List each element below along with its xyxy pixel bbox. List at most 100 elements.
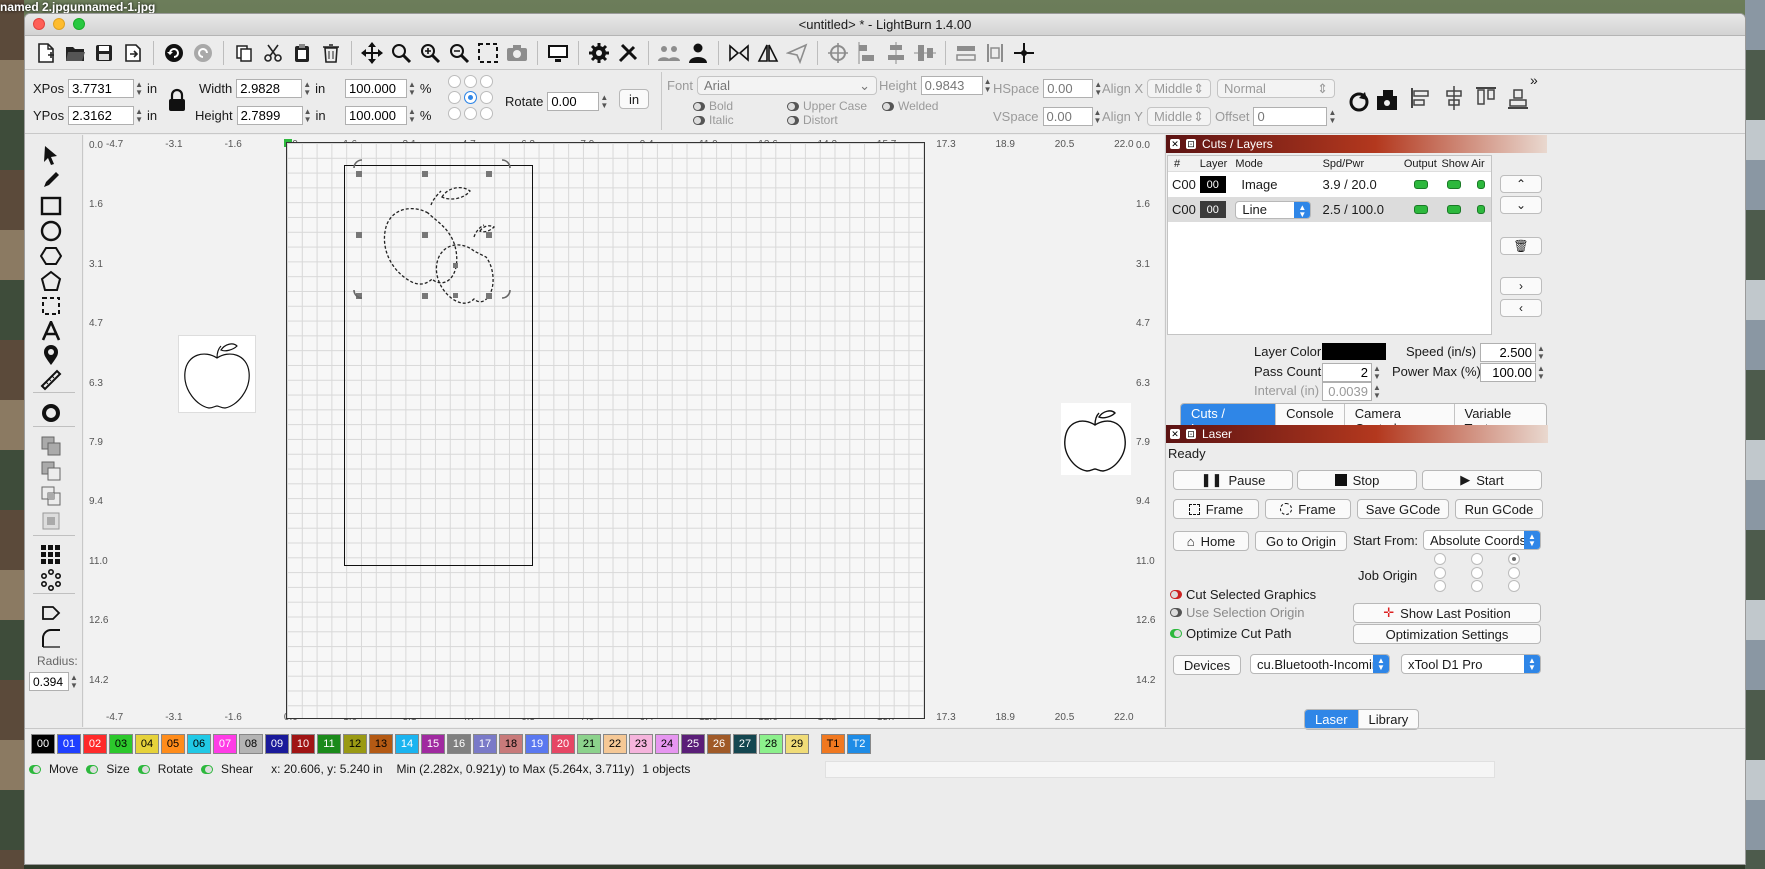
zoom-window-button[interactable] bbox=[73, 18, 85, 30]
ypos-input[interactable] bbox=[68, 106, 135, 125]
palette-swatch-08[interactable]: 08 bbox=[239, 733, 263, 754]
offset-shapes-icon[interactable] bbox=[38, 401, 64, 425]
next-button[interactable]: › bbox=[1500, 277, 1542, 295]
home-button[interactable]: ⌂ Home bbox=[1173, 531, 1249, 551]
rotate-input[interactable] bbox=[547, 92, 600, 111]
undo-icon[interactable] bbox=[161, 40, 187, 66]
align-bottom-edges-icon[interactable] bbox=[1506, 86, 1530, 113]
run-gcode-button[interactable]: Run GCode bbox=[1455, 499, 1543, 519]
rotate-toggle[interactable] bbox=[137, 764, 150, 774]
open-file-icon[interactable] bbox=[62, 40, 88, 66]
float-dock-icon[interactable]: ⊡ bbox=[1186, 429, 1196, 439]
devices-button[interactable]: Devices bbox=[1173, 655, 1241, 675]
palette-swatch-27[interactable]: 27 bbox=[733, 733, 757, 754]
zoom-tool-icon[interactable] bbox=[388, 40, 414, 66]
measure-ruler-icon[interactable] bbox=[38, 368, 64, 392]
design-canvas[interactable]: -4.7 -3.1 -1.6 0.0 1.6 3.1 4.7 6.3 7.9 9.4 11.0 12.… bbox=[84, 135, 1164, 727]
palette-swatch-19[interactable]: 19 bbox=[525, 733, 549, 754]
rotate-stepper[interactable]: ▲ ▼ bbox=[600, 93, 608, 110]
mode-select[interactable]: Line ▲ ▼ bbox=[1235, 200, 1312, 219]
go-to-origin-button[interactable]: Go to Origin bbox=[1255, 531, 1347, 551]
overflow-chevron-icon[interactable]: » bbox=[1530, 72, 1538, 88]
prev-button[interactable]: ‹ bbox=[1500, 299, 1542, 317]
palette-swatch-26[interactable]: 26 bbox=[707, 733, 731, 754]
monitor-icon[interactable] bbox=[545, 40, 571, 66]
pause-button[interactable]: ❚❚ Pause bbox=[1173, 470, 1293, 490]
palette-swatch-T2[interactable]: T2 bbox=[847, 733, 871, 754]
italic-toggle[interactable] bbox=[693, 115, 705, 125]
table-row[interactable]: C00 00 Image 3.9 / 20.0 bbox=[1168, 172, 1491, 197]
offset-stepper[interactable]: ▲ ▼ bbox=[1328, 108, 1336, 125]
pass-count-input[interactable] bbox=[1322, 363, 1372, 382]
text-tool-icon[interactable] bbox=[38, 319, 64, 343]
delete-icon[interactable] bbox=[318, 40, 344, 66]
palette-swatch-14[interactable]: 14 bbox=[395, 733, 419, 754]
move-icon[interactable] bbox=[359, 40, 385, 66]
table-row[interactable]: C00 00 Line ▲ ▼ 2.5 / 100.0 bbox=[1168, 197, 1491, 222]
palette-swatch-06[interactable]: 06 bbox=[187, 733, 211, 754]
output-toggle[interactable] bbox=[1413, 205, 1428, 214]
palette-swatch-07[interactable]: 07 bbox=[213, 733, 237, 754]
palette-swatch-04[interactable]: 04 bbox=[135, 733, 159, 754]
width-input[interactable] bbox=[236, 79, 303, 98]
palette-swatch-01[interactable]: 01 bbox=[57, 733, 81, 754]
zoom-in-icon[interactable] bbox=[417, 40, 443, 66]
air-toggle[interactable] bbox=[1477, 180, 1486, 189]
show-last-position-button[interactable]: ✛ Show Last Position bbox=[1353, 603, 1541, 623]
frame-rect-button[interactable]: Frame bbox=[1173, 499, 1259, 519]
optimize-cut-path-toggle[interactable] bbox=[1170, 629, 1182, 638]
pentagon-icon[interactable] bbox=[38, 269, 64, 293]
pass-count-stepper[interactable]: ▲ ▼ bbox=[1373, 364, 1381, 381]
palette-swatch-21[interactable]: 21 bbox=[577, 733, 601, 754]
lock-aspect-icon[interactable] bbox=[168, 88, 186, 115]
optimization-settings-button[interactable]: Optimization Settings bbox=[1353, 624, 1541, 644]
corner-radius-icon[interactable] bbox=[38, 626, 64, 650]
rotate-handles-icon[interactable] bbox=[348, 156, 516, 306]
palette-swatch-22[interactable]: 22 bbox=[603, 733, 627, 754]
palette-swatch-29[interactable]: 29 bbox=[785, 733, 809, 754]
rectangle-icon[interactable] bbox=[38, 194, 64, 218]
select-pointer-icon[interactable] bbox=[38, 143, 64, 167]
align-left-icon[interactable] bbox=[854, 40, 880, 66]
xpos-stepper[interactable]: ▲ ▼ bbox=[135, 80, 143, 97]
weld-icon[interactable] bbox=[38, 509, 64, 533]
align-center-icon[interactable] bbox=[883, 40, 909, 66]
palette-swatch-18[interactable]: 18 bbox=[499, 733, 523, 754]
center-origin-icon[interactable] bbox=[1011, 40, 1037, 66]
palette-swatch-12[interactable]: 12 bbox=[343, 733, 367, 754]
tab-laser[interactable]: Laser bbox=[1305, 710, 1359, 729]
hspace-input[interactable] bbox=[1043, 79, 1094, 98]
circular-array-icon[interactable] bbox=[38, 568, 64, 592]
interval-input[interactable] bbox=[1322, 382, 1372, 401]
palette-swatch-05[interactable]: 05 bbox=[161, 733, 185, 754]
show-toggle[interactable] bbox=[1447, 205, 1462, 214]
job-origin-selector[interactable] bbox=[1422, 553, 1532, 593]
speed-input[interactable] bbox=[1480, 343, 1536, 362]
boolean-intersection-icon[interactable] bbox=[38, 484, 64, 508]
vspace-stepper[interactable]: ▲ ▼ bbox=[1094, 108, 1102, 125]
palette-swatch-10[interactable]: 10 bbox=[291, 733, 315, 754]
port-select[interactable]: cu.Bluetooth-Incomir ▲ ▼ bbox=[1250, 654, 1390, 674]
tools-icon[interactable] bbox=[615, 40, 641, 66]
palette-swatch-25[interactable]: 25 bbox=[681, 733, 705, 754]
palette-swatch-16[interactable]: 16 bbox=[447, 733, 471, 754]
move-layer-up-button[interactable]: ⌃ bbox=[1500, 175, 1542, 193]
bold-toggle[interactable] bbox=[693, 101, 705, 111]
frame-circle-button[interactable]: Frame bbox=[1265, 499, 1351, 519]
text-style-select[interactable]: Normal ⇕ bbox=[1217, 79, 1335, 98]
save-icon[interactable] bbox=[91, 40, 117, 66]
speed-stepper[interactable]: ▲ ▼ bbox=[1537, 344, 1545, 361]
edit-nodes-icon[interactable] bbox=[38, 294, 64, 318]
frame-selection-icon[interactable] bbox=[475, 40, 501, 66]
palette-swatch-03[interactable]: 03 bbox=[109, 733, 133, 754]
align-right-icon[interactable] bbox=[912, 40, 938, 66]
align-y-select[interactable]: Middle ⇕ bbox=[1146, 107, 1211, 126]
tab-library[interactable]: Library bbox=[1359, 710, 1419, 729]
welded-toggle[interactable] bbox=[882, 101, 894, 111]
xpos-input[interactable] bbox=[68, 79, 135, 98]
palette-swatch-00[interactable]: 00 bbox=[31, 733, 55, 754]
hspace-stepper[interactable]: ▲ ▼ bbox=[1094, 80, 1102, 97]
mirror-horizontal-icon[interactable] bbox=[726, 40, 752, 66]
user-icon[interactable] bbox=[685, 40, 711, 66]
origin-selector[interactable] bbox=[448, 75, 493, 120]
